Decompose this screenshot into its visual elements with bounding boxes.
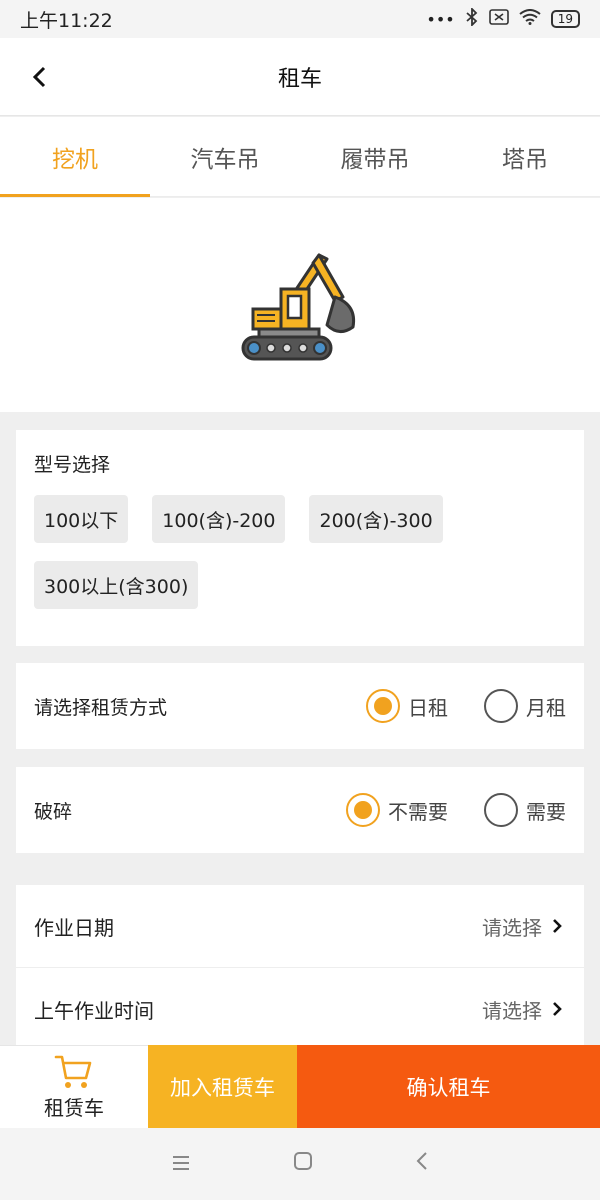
schedule-card: 作业日期 请选择 上午作业时间 请选择 [16, 885, 584, 1051]
category-tabs: 挖机 汽车吊 履带吊 塔吊 [0, 117, 600, 197]
rent-mode-radios: 日租 月租 [366, 689, 566, 723]
work-date-label: 作业日期 [34, 915, 114, 940]
model-option-chip[interactable]: 200(含)-300 [309, 495, 443, 543]
back-button[interactable] [22, 60, 56, 94]
status-time: 上午11:22 [20, 9, 113, 32]
radio-checked-icon [366, 689, 400, 723]
radio-needed-label: 需要 [526, 799, 566, 824]
radio-not-needed[interactable]: 不需要 [346, 793, 448, 827]
model-options: 100以下 100(含)-200 200(含)-300 300以上(含300) [34, 495, 566, 609]
radio-needed[interactable]: 需要 [484, 793, 566, 827]
chevron-right-icon [553, 1002, 562, 1016]
confirm-rent-button[interactable]: 确认租车 [297, 1045, 600, 1128]
system-nav-bar [0, 1128, 600, 1200]
model-selection-card: 型号选择 100以下 100(含)-200 200(含)-300 300以上(含… [16, 430, 584, 646]
radio-daily-label: 日租 [408, 695, 448, 720]
radio-unchecked-icon [484, 689, 518, 723]
rent-mode-row: 请选择租赁方式 日租 月租 [16, 663, 584, 749]
morning-time-label: 上午作业时间 [34, 998, 154, 1023]
sim-icon [488, 9, 509, 29]
cart-icon [54, 1055, 92, 1088]
chevron-left-icon [32, 66, 46, 88]
tab-excavator[interactable]: 挖机 [0, 117, 150, 197]
work-date-value: 请选择 [482, 912, 562, 941]
tab-crawler-crane[interactable]: 履带吊 [300, 117, 450, 196]
home-icon[interactable] [293, 1151, 313, 1177]
bluetooth-icon [465, 6, 479, 30]
cart-label: 租赁车 [44, 1095, 104, 1120]
cart-button[interactable]: 租赁车 [0, 1045, 148, 1128]
page-title: 租车 [277, 66, 322, 92]
radio-unchecked-icon [484, 793, 518, 827]
radio-not-needed-label: 不需要 [388, 799, 448, 824]
wifi-icon [519, 9, 541, 29]
back-nav-icon[interactable] [415, 1151, 429, 1177]
model-option-chip[interactable]: 300以上(含300) [34, 561, 199, 609]
bottom-action-bar: 租赁车 加入租赁车 确认租车 [0, 1045, 600, 1128]
add-to-cart-button[interactable]: 加入租赁车 [148, 1045, 297, 1128]
radio-daily[interactable]: 日租 [366, 689, 448, 723]
rent-mode-card: 请选择租赁方式 日租 月租 [16, 663, 584, 749]
model-section-title: 型号选择 [34, 454, 111, 476]
breaking-row: 破碎 不需要 需要 [16, 767, 584, 853]
tab-truck-crane[interactable]: 汽车吊 [150, 117, 300, 196]
hero-area [0, 198, 600, 412]
status-bar: 上午11:22 ••• 19 [0, 0, 600, 38]
status-icons: ••• 19 [426, 6, 580, 30]
more-dots-icon: ••• [426, 9, 455, 29]
breaking-label: 破碎 [34, 800, 73, 823]
battery-icon: 19 [550, 10, 580, 28]
excavator-icon [241, 253, 356, 361]
morning-time-placeholder: 请选择 [482, 998, 542, 1023]
chevron-right-icon [553, 919, 562, 933]
list-item-work-date[interactable]: 作业日期 请选择 [16, 885, 584, 968]
radio-monthly[interactable]: 月租 [484, 689, 566, 723]
breaking-radios: 不需要 需要 [346, 793, 566, 827]
radio-checked-icon [346, 793, 380, 827]
nav-bar: 租车 [0, 38, 600, 116]
rent-mode-label: 请选择租赁方式 [34, 696, 168, 719]
model-option-chip[interactable]: 100以下 [34, 495, 129, 543]
model-option-chip[interactable]: 100(含)-200 [152, 495, 286, 543]
morning-time-value: 请选择 [482, 995, 562, 1024]
list-item-morning-time[interactable]: 上午作业时间 请选择 [16, 968, 584, 1051]
work-date-placeholder: 请选择 [482, 915, 542, 940]
menu-icon[interactable] [171, 1152, 191, 1177]
tab-tower-crane[interactable]: 塔吊 [450, 117, 600, 196]
breaking-card: 破碎 不需要 需要 [16, 767, 584, 853]
radio-monthly-label: 月租 [526, 695, 566, 720]
